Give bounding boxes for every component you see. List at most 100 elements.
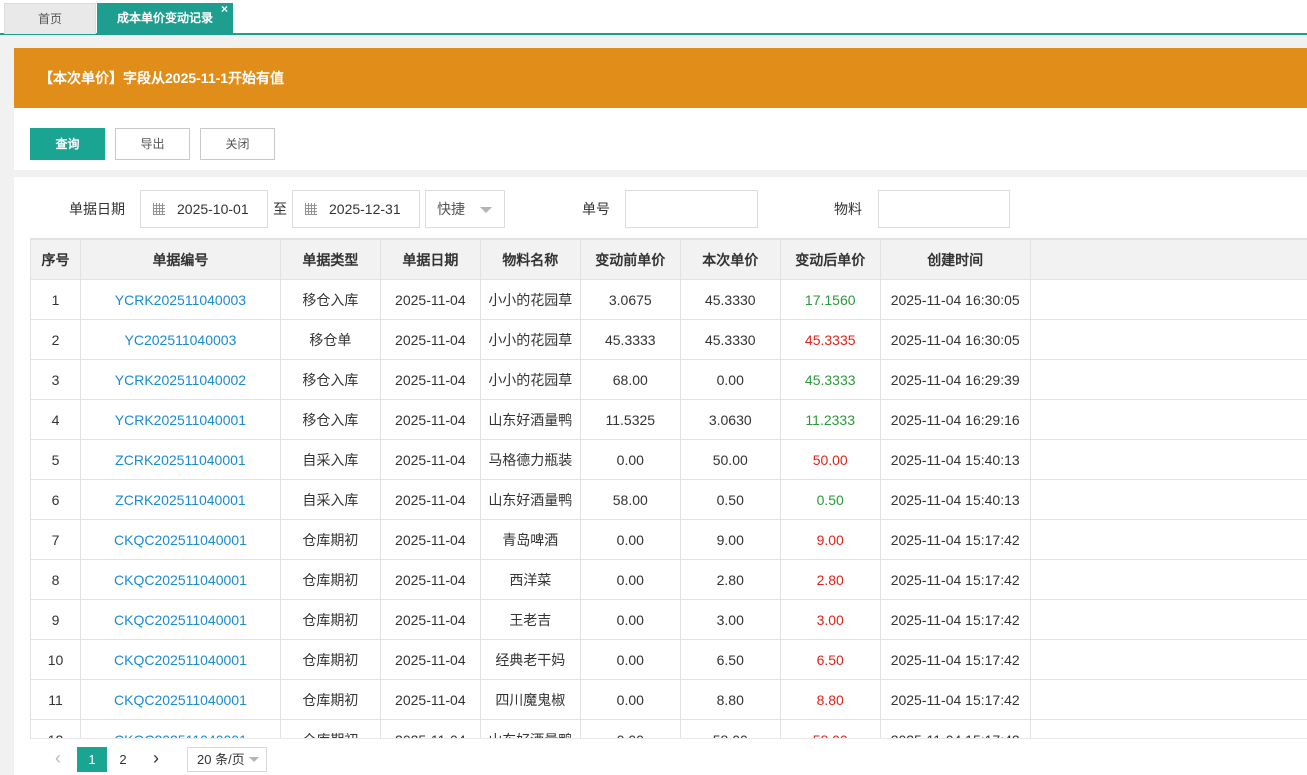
row-material-cell: 马格德力瓶装 [479, 439, 581, 480]
page-1-button[interactable]: 1 [77, 747, 107, 772]
row-doc-type-cell: 自采入库 [279, 479, 381, 520]
date-from-field[interactable]: 2025-10-01 [140, 190, 268, 228]
row-created-time-cell: 2025-11-04 15:17:42 [879, 639, 1031, 680]
row-filler [1029, 599, 1307, 640]
row-price-after-cell: 6.50 [779, 639, 881, 680]
price-current-header: 本次单价 [679, 239, 781, 280]
prev-page-icon[interactable]: ‹ [46, 747, 70, 772]
date-from-value: 2025-10-01 [177, 201, 249, 217]
row-seq-cell: 5 [30, 439, 81, 480]
date-to-field[interactable]: 2025-12-31 [292, 190, 420, 228]
row-price-before-cell: 0.00 [579, 439, 681, 480]
row-created-time-cell: 2025-11-04 15:17:42 [879, 559, 1031, 600]
row-seq-cell: 1 [30, 279, 81, 320]
tab-home[interactable]: 首页 [4, 3, 96, 34]
quick-range-select[interactable]: 快捷 [425, 190, 505, 228]
main-panel: 单据日期 2025-10-01 至 2025-12-31 快捷 单号 物料 序号… [14, 177, 1307, 775]
row-doc-date-cell: 2025-11-04 [379, 519, 481, 560]
data-grid: 序号 单据编号 单据类型 单据日期 物料名称 变动前单价 本次单价 变动后单价 创建时间 1 YC… [30, 238, 1307, 738]
table-row[interactable]: 12CKQC202511040001仓库期初2025-11-04山东好酒量鸭0.… [30, 719, 1307, 738]
chevron-down-icon [249, 757, 259, 762]
row-doc-no-link[interactable]: ZCRK202511040001 [79, 439, 281, 480]
row-price-before-cell: 0.00 [579, 599, 681, 640]
row-price-after-cell: 50.00 [779, 439, 881, 480]
row-material-cell: 四川魔鬼椒 [479, 679, 581, 720]
table-row[interactable]: 1 YCRK202511040003 移仓入库 2025-11-04 小小的花园草 3.0… [30, 279, 1307, 320]
row-doc-date-cell: 2025-11-04 [379, 279, 481, 320]
header-filler [1029, 239, 1307, 280]
close-button[interactable]: 关闭 [200, 128, 275, 160]
tab-close-icon[interactable]: × [221, 0, 228, 25]
table-row[interactable]: 10 CKQC202511040001 仓库期初 2025-11-04 经典老干妈 0.0… [30, 639, 1307, 680]
row-doc-no-link[interactable]: CKQC202511040001 [79, 559, 281, 600]
row-seq-cell: 3 [30, 359, 81, 400]
row-price-before-cell: 45.3333 [579, 319, 681, 360]
row-doc-type-cell: 仓库期初 [279, 719, 381, 738]
next-page-icon[interactable]: › [144, 747, 168, 772]
material-input[interactable] [878, 190, 1010, 228]
notice-banner: 【本次单价】字段从2025-11-1开始有值 [14, 48, 1307, 108]
table-row[interactable]: 5 ZCRK202511040001 自采入库 2025-11-04 马格德力瓶装 0.0… [30, 439, 1307, 480]
row-filler [1029, 639, 1307, 680]
row-seq-cell: 7 [30, 519, 81, 560]
table-row[interactable]: 2 YC202511040003 移仓单 2025-11-04 小小的花园草 45.333… [30, 319, 1307, 360]
row-material-cell: 小小的花园草 [479, 279, 581, 320]
calendar-icon [153, 203, 165, 215]
row-doc-no-link[interactable]: YCRK202511040002 [79, 359, 281, 400]
row-seq-cell: 11 [30, 679, 81, 720]
row-price-current-cell: 3.00 [679, 599, 781, 640]
table-body: 1 YCRK202511040003 移仓入库 2025-11-04 小小的花园草 3.0… [30, 279, 1307, 738]
row-created-time-cell: 2025-11-04 16:30:05 [879, 279, 1031, 320]
row-price-before-cell: 0.00 [579, 679, 681, 720]
doc-no-input[interactable] [625, 190, 758, 228]
data-table: 序号 单据编号 单据类型 单据日期 物料名称 变动前单价 本次单价 变动后单价 创建时间 1 YC… [30, 239, 1307, 738]
row-material-cell: 山东好酒量鸭 [479, 719, 581, 738]
table-row[interactable]: 8 CKQC202511040001 仓库期初 2025-11-04 西洋菜 0.00 2.… [30, 559, 1307, 600]
row-filler [1029, 319, 1307, 360]
row-filler [1029, 399, 1307, 440]
page-size-select[interactable]: 20 条/页 [187, 747, 267, 772]
row-price-current-cell: 6.50 [679, 639, 781, 680]
row-doc-no-link[interactable]: CKQC202511040001 [79, 719, 281, 738]
row-price-current-cell: 8.80 [679, 679, 781, 720]
row-doc-no-link[interactable]: CKQC202511040001 [79, 639, 281, 680]
page-2-button[interactable]: 2 [108, 747, 138, 772]
row-price-after-cell: 0.50 [779, 479, 881, 520]
row-seq-cell: 12 [30, 719, 81, 738]
row-price-before-cell: 0.00 [579, 719, 681, 738]
row-price-before-cell: 58.00 [579, 479, 681, 520]
row-doc-date-cell: 2025-11-04 [379, 439, 481, 480]
export-button[interactable]: 导出 [115, 128, 190, 160]
row-doc-no-link[interactable]: CKQC202511040001 [79, 599, 281, 640]
table-row[interactable]: 9 CKQC202511040001 仓库期初 2025-11-04 王老吉 0.00 3.… [30, 599, 1307, 640]
row-doc-no-link[interactable]: YC202511040003 [79, 319, 281, 360]
row-doc-type-cell: 仓库期初 [279, 559, 381, 600]
row-seq-cell: 10 [30, 639, 81, 680]
tab-cost-price-log[interactable]: 成本单价变动记录 × [97, 0, 233, 34]
row-doc-no-link[interactable]: CKQC202511040001 [79, 679, 281, 720]
row-price-after-cell: 17.1560 [779, 279, 881, 320]
row-doc-type-cell: 仓库期初 [279, 679, 381, 720]
table-row[interactable]: 3 YCRK202511040002 移仓入库 2025-11-04 小小的花园草 68.… [30, 359, 1307, 400]
price-after-header: 变动后单价 [779, 239, 881, 280]
row-filler [1029, 279, 1307, 320]
query-button[interactable]: 查询 [30, 128, 105, 160]
row-doc-no-link[interactable]: YCRK202511040003 [79, 279, 281, 320]
row-price-before-cell: 0.00 [579, 519, 681, 560]
row-doc-no-link[interactable]: YCRK202511040001 [79, 399, 281, 440]
row-created-time-cell: 2025-11-04 15:40:13 [879, 479, 1031, 520]
row-filler [1029, 439, 1307, 480]
date-to-value: 2025-12-31 [329, 201, 401, 217]
table-row[interactable]: 7 CKQC202511040001 仓库期初 2025-11-04 青岛啤酒 0.00 9… [30, 519, 1307, 560]
row-price-current-cell: 45.3330 [679, 279, 781, 320]
material-header: 物料名称 [479, 239, 581, 280]
row-doc-no-link[interactable]: ZCRK202511040001 [79, 479, 281, 520]
table-row[interactable]: 11 CKQC202511040001 仓库期初 2025-11-04 四川魔鬼椒 0.0… [30, 679, 1307, 720]
row-doc-no-link[interactable]: CKQC202511040001 [79, 519, 281, 560]
table-row[interactable]: 4 YCRK202511040001 移仓入库 2025-11-04 山东好酒量鸭 11.… [30, 399, 1307, 440]
page-size-label: 20 条/页 [197, 752, 245, 767]
pagination: ‹ 1 2 › 20 条/页 [30, 738, 1307, 775]
row-price-after-cell: 9.00 [779, 519, 881, 560]
row-doc-type-cell: 移仓入库 [279, 399, 381, 440]
table-row[interactable]: 6 ZCRK202511040001 自采入库 2025-11-04 山东好酒量鸭 58.… [30, 479, 1307, 520]
